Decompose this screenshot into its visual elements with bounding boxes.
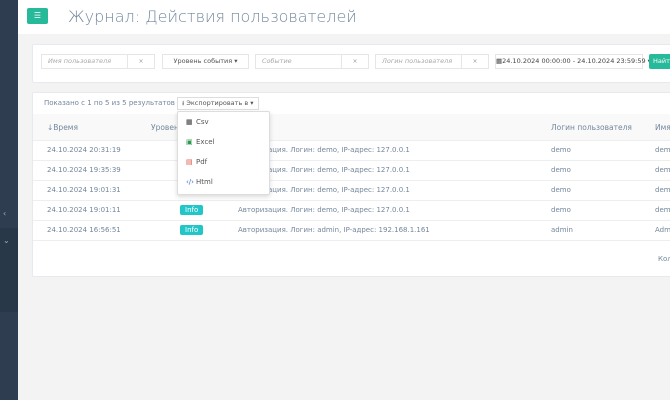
cell-login: admin (551, 226, 573, 234)
menu-label: Html (196, 178, 213, 186)
footer-label: Кол (658, 255, 670, 263)
results-panel: Показано с 1 по 5 из 5 результатов ⭳ Экс… (32, 92, 670, 277)
cell-name: demo (655, 186, 670, 194)
code-icon: ‹/› (186, 178, 194, 186)
cell-name: demo (655, 206, 670, 214)
cell-time: 24.10.2024 19:01:11 (47, 206, 121, 214)
page-header: ☰ Журнал: Действия пользователей (18, 0, 670, 34)
cell-time: 24.10.2024 19:35:39 (47, 166, 121, 174)
cell-login: demo (551, 146, 571, 154)
table-row[interactable]: 24.10.2024 19:01:31 Авторизация. Логин: d… (33, 181, 670, 201)
column-login[interactable]: Логин пользователя (551, 123, 632, 132)
cell-level: Info (180, 225, 204, 235)
cell-time: 24.10.2024 16:56:51 (47, 226, 121, 234)
cell-name: demo (655, 166, 670, 174)
hamburger-icon: ☰ (33, 11, 42, 20)
cell-name: Admin (655, 226, 670, 234)
export-button[interactable]: ⭳ Экспортировать в ▾ (177, 97, 259, 110)
menu-label: Csv (196, 118, 209, 126)
sidebar: ‹ ⌄ (0, 0, 18, 400)
event-level-dropdown[interactable]: Уровень события ▾ (162, 54, 249, 69)
menu-label: Excel (196, 138, 215, 146)
table-row[interactable]: 24.10.2024 20:31:19 Авторизация. Логин: d… (33, 141, 670, 161)
table-header: ↓Время Уровень Логин пользователя Имя (33, 114, 670, 141)
table-row[interactable]: 24.10.2024 19:35:39 Авторизация. Логин: d… (33, 161, 670, 181)
table-row[interactable]: 24.10.2024 16:56:51 Info Авторизация. Логи… (33, 221, 670, 241)
column-name[interactable]: Имя (655, 123, 670, 132)
cell-login: demo (551, 166, 571, 174)
table-icon: ▦ (186, 118, 193, 126)
menu-toggle-button[interactable]: ☰ (27, 8, 48, 24)
file-pdf-icon: ▤ (186, 158, 193, 166)
login-input[interactable]: Логин пользователя (375, 54, 462, 69)
event-clear-button[interactable]: × (341, 54, 369, 69)
export-csv[interactable]: ▦ Csv (178, 112, 269, 132)
cell-login: demo (551, 206, 571, 214)
find-button[interactable]: Найти (649, 54, 670, 69)
cell-event: Авторизация. Логин: admin, IP-адрес: 192… (238, 226, 430, 234)
event-input[interactable]: Событие (255, 54, 342, 69)
page-title: Журнал: Действия пользователей (68, 7, 357, 26)
table-row[interactable]: 24.10.2024 19:01:11 Info Авторизация. Логи… (33, 201, 670, 221)
export-excel[interactable]: ▣ Excel (178, 132, 269, 152)
chevron-down-icon[interactable]: ⌄ (3, 236, 10, 245)
filters-panel: Имя пользователя × Уровень события ▾ Соб… (32, 44, 670, 83)
export-html[interactable]: ‹/› Html (178, 172, 269, 192)
username-input[interactable]: Имя пользователя (41, 54, 128, 69)
login-clear-button[interactable]: × (461, 54, 489, 69)
results-summary: Показано с 1 по 5 из 5 результатов (44, 99, 175, 107)
date-range-picker[interactable]: ▦24.10.2024 00:00:00 - 24.10.2024 23:59:… (495, 54, 651, 69)
cell-name: demo (655, 146, 670, 154)
column-time[interactable]: ↓Время (47, 123, 78, 132)
export-menu: ▦ Csv ▣ Excel ▤ Pdf ‹/› Html (177, 111, 270, 195)
cell-time: 24.10.2024 19:01:31 (47, 186, 121, 194)
menu-label: Pdf (196, 158, 208, 166)
export-pdf[interactable]: ▤ Pdf (178, 152, 269, 172)
cell-level: Info (180, 205, 204, 215)
chevron-left-icon[interactable]: ‹ (3, 209, 6, 218)
username-clear-button[interactable]: × (127, 54, 155, 69)
export-label: Экспортировать в ▾ (186, 99, 254, 107)
cell-time: 24.10.2024 20:31:19 (47, 146, 121, 154)
file-excel-icon: ▣ (186, 138, 193, 146)
cell-event: Авторизация. Логин: demo, IP-адрес: 127.… (238, 206, 410, 214)
date-range-value: 24.10.2024 00:00:00 - 24.10.2024 23:59:5… (502, 57, 651, 65)
cell-login: demo (551, 186, 571, 194)
